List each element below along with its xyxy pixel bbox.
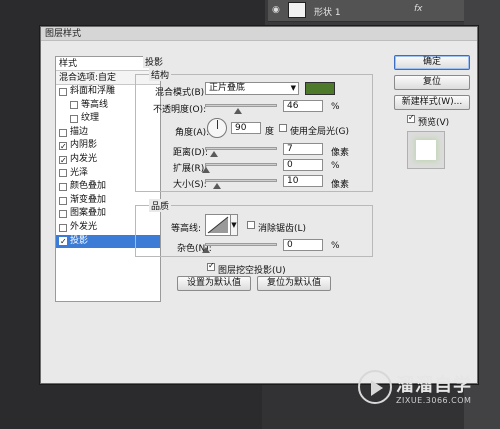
distance-label: 距离(D): [173, 148, 208, 158]
angle-input[interactable]: 90 [231, 122, 261, 134]
layer-row[interactable]: ◉ 形状 1 fx [268, 0, 464, 22]
style-item-label: 等高线 [81, 99, 109, 110]
size-slider[interactable] [205, 179, 277, 189]
style-item-checkbox[interactable] [59, 182, 67, 191]
chevron-down-icon: ▼ [290, 84, 296, 92]
opacity-slider-knob[interactable] [234, 108, 243, 114]
style-item-label: 投影 [70, 235, 89, 246]
section-title: 投影 [143, 55, 166, 68]
ok-button[interactable]: 确定 [394, 55, 470, 70]
style-item-label: 描边 [70, 126, 89, 137]
distance-slider[interactable] [205, 147, 277, 157]
style-item-checkbox[interactable] [59, 196, 67, 205]
style-item-label: 内阴影 [70, 140, 98, 151]
layer-thumbnail [288, 2, 306, 18]
style-item-checkbox[interactable] [59, 169, 67, 178]
structure-title: 结构 [149, 68, 172, 81]
style-item-label: 渐变叠加 [70, 194, 107, 205]
style-item-checkbox[interactable] [59, 223, 67, 232]
quality-title: 品质 [149, 199, 172, 212]
style-item-checkbox[interactable] [59, 140, 67, 154]
watermark-logo: 溜溜自学 ZIXUE.3066.COM [358, 367, 498, 417]
preview-checkbox[interactable] [407, 113, 415, 123]
size-label: 大小(S): [173, 180, 207, 190]
chevron-down-icon: ▼ [231, 221, 237, 229]
style-item-checkbox[interactable] [70, 114, 78, 123]
spread-slider[interactable] [202, 163, 277, 173]
contour-curve-icon [207, 216, 229, 234]
size-slider-knob[interactable] [213, 183, 222, 189]
global-light-label: 使用全局光(G) [290, 127, 349, 137]
style-item-label: 光泽 [70, 167, 89, 178]
knockout-label: 图层挖空投影(U) [218, 266, 286, 276]
opacity-label: 不透明度(O): [153, 105, 207, 115]
style-item-checkbox[interactable] [59, 235, 67, 249]
dialog-title: 图层样式 [41, 27, 477, 41]
style-item-checkbox[interactable] [59, 154, 67, 167]
global-light-checkbox[interactable] [279, 124, 287, 132]
layer-style-dialog: 图层样式 样式 混合选项:自定 斜面和浮雕等高线纹理描边内阴影内发光光泽颜色叠加… [40, 26, 478, 384]
distance-slider-knob[interactable] [209, 151, 218, 157]
preview-swatch [416, 140, 436, 160]
spread-slider-knob[interactable] [202, 167, 210, 173]
style-item-label: 内发光 [70, 153, 98, 164]
eye-icon[interactable]: ◉ [272, 5, 284, 15]
noise-slider-knob[interactable] [202, 247, 210, 253]
blend-mode-value: 正片叠底 [209, 83, 246, 93]
contour-preview[interactable] [205, 214, 231, 236]
style-item-checkbox[interactable] [59, 128, 67, 137]
style-item-label: 斜面和浮雕 [70, 86, 116, 96]
contour-label: 等高线: [171, 224, 202, 234]
angle-dial[interactable] [207, 118, 227, 138]
angle-label: 角度(A): [175, 128, 210, 138]
size-unit: 像素 [331, 180, 350, 190]
opacity-slider[interactable] [205, 104, 277, 114]
contour-dropdown[interactable]: ▼ [230, 214, 238, 236]
opacity-unit: % [331, 102, 340, 112]
distance-unit: 像素 [331, 148, 350, 158]
blend-mode-select[interactable]: 正片叠底 ▼ [205, 82, 299, 95]
watermark-url: ZIXUE.3066.COM [396, 396, 472, 405]
anti-alias-checkbox[interactable] [247, 221, 255, 229]
style-item-checkbox[interactable] [59, 87, 67, 96]
spread-input[interactable]: 0 [283, 159, 323, 171]
reset-default-button[interactable]: 复位为默认值 [257, 276, 331, 291]
style-item-label: 颜色叠加 [70, 181, 107, 192]
style-item-checkbox[interactable] [70, 101, 78, 110]
angle-unit: 度 [265, 127, 275, 137]
spread-unit: % [331, 161, 340, 171]
style-preview-thumbnail [407, 131, 445, 169]
opacity-input[interactable]: 46 [283, 100, 323, 112]
style-item-checkbox[interactable] [59, 210, 67, 219]
style-item-label: 纹理 [81, 113, 100, 124]
anti-alias-label: 消除锯齿(L) [258, 224, 307, 234]
make-default-button[interactable]: 设置为默认值 [177, 276, 251, 291]
layer-name: 形状 1 [314, 8, 341, 18]
reset-button[interactable]: 复位 [394, 75, 470, 90]
style-item-label: 外发光 [70, 221, 98, 232]
distance-input[interactable]: 7 [283, 143, 323, 155]
new-style-button[interactable]: 新建样式(W)... [394, 95, 470, 110]
blend-mode-label: 混合模式(B): [155, 88, 208, 98]
noise-unit: % [331, 241, 340, 251]
noise-slider[interactable] [202, 243, 277, 253]
fx-icon[interactable]: fx [414, 4, 423, 14]
style-item-label: 图案叠加 [70, 208, 107, 219]
play-icon [358, 370, 392, 404]
watermark-title: 溜溜自学 [396, 375, 472, 396]
preview-label: 预览(V) [418, 118, 450, 128]
size-input[interactable]: 10 [283, 175, 323, 187]
shadow-color-swatch[interactable] [305, 82, 335, 95]
noise-input[interactable]: 0 [283, 239, 323, 251]
knockout-checkbox[interactable] [207, 261, 215, 271]
